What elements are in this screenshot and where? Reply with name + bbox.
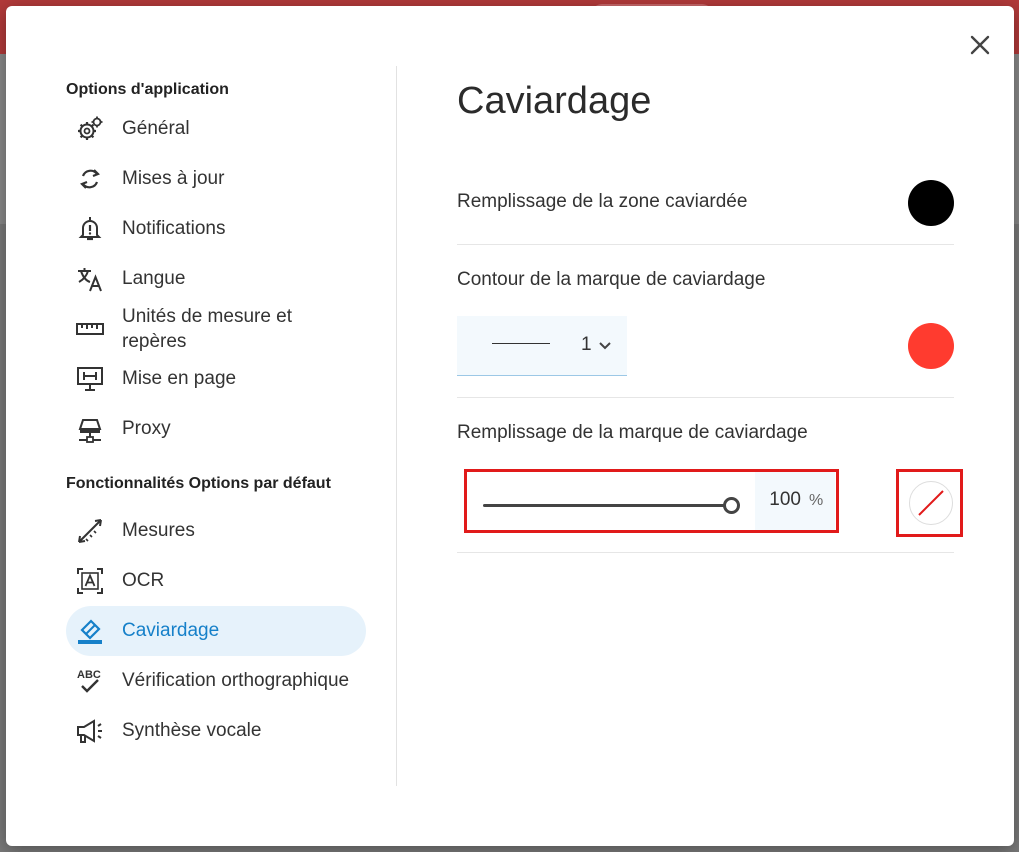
sidebar-item-general[interactable]: Général (66, 104, 366, 154)
opacity-input[interactable] (761, 489, 801, 511)
sidebar-item-proxy[interactable]: Proxy (66, 404, 366, 454)
sidebar-item-label: Notifications (122, 218, 226, 239)
sidebar-item-units[interactable]: Unités de mesure et repères (66, 304, 366, 354)
mark-fill-color-highlight (896, 469, 963, 537)
opacity-unit: % (809, 492, 824, 509)
bell-alert-icon (78, 217, 102, 241)
opacity-slider-thumb[interactable] (723, 497, 740, 514)
sidebar-item-notifications[interactable]: Notifications (66, 204, 366, 254)
sidebar-item-redaction[interactable]: Caviardage (66, 606, 366, 656)
sidebar-item-updates[interactable]: Mises à jour (66, 154, 366, 204)
sidebar-item-text-to-speech[interactable]: Synthèse vocale (66, 706, 366, 756)
page-layout-icon (77, 367, 103, 391)
close-icon (970, 35, 990, 55)
opacity-input-box: % (755, 472, 835, 530)
sidebar-item-label: Mises à jour (122, 168, 225, 189)
sidebar-item-label: Proxy (122, 418, 171, 439)
ruler-icon (76, 323, 104, 335)
sidebar-item-label: Unités de mesure et (122, 306, 293, 327)
sidebar-item-label: Langue (122, 268, 186, 289)
sidebar-item-label: Synthèse vocale (122, 720, 262, 741)
sidebar-item-language[interactable]: Langue (66, 254, 366, 304)
section-title-features: Fonctionnalités Options par défaut (66, 475, 331, 492)
page-title: Caviardage (457, 80, 652, 122)
separator (457, 552, 954, 553)
outline-width-value: 1 (581, 334, 592, 355)
mark-fill-label: Remplissage de la marque de caviardage (457, 422, 808, 443)
network-icon (78, 419, 102, 443)
megaphone-icon (77, 719, 102, 743)
sidebar-item-label: repères (122, 331, 187, 352)
sidebar-item-label: OCR (122, 570, 165, 591)
fill-area-label: Remplissage de la zone caviardée (457, 191, 748, 212)
opacity-slider-track[interactable] (483, 504, 733, 507)
sidebar-item-label: Mise en page (122, 368, 237, 389)
chevron-down-icon (599, 342, 611, 350)
sidebar-item-label: Vérification orthographique (122, 670, 350, 691)
svg-text:ABC: ABC (77, 669, 101, 681)
ocr-icon (77, 568, 103, 594)
mark-fill-row: Remplissage de la marque de caviardage % (457, 398, 963, 552)
mark-fill-color-swatch[interactable] (909, 481, 953, 525)
refresh-icon (80, 169, 100, 189)
sidebar-item-label: Caviardage (122, 620, 220, 641)
gear-icon (78, 116, 103, 140)
line-style-preview (492, 343, 550, 344)
eraser-icon (78, 619, 102, 644)
close-button[interactable] (964, 29, 996, 61)
opacity-control-highlight: % (464, 469, 839, 533)
outline-label: Contour de la marque de caviardage (457, 269, 766, 290)
fill-area-row: Remplissage de la zone caviardée (457, 134, 954, 232)
section-title-app: Options d'application (66, 81, 229, 98)
outline-row: Contour de la marque de caviardage 1 (457, 245, 954, 397)
sidebar-divider (396, 66, 397, 786)
no-color-icon (918, 490, 944, 516)
outline-color-swatch[interactable] (908, 323, 954, 369)
spellcheck-icon: ABC (77, 669, 101, 693)
sidebar-item-label: Mesures (122, 520, 195, 541)
redaction-settings-panel: Caviardage Remplissage de la zone caviar… (457, 66, 963, 553)
sidebar-item-page-layout[interactable]: Mise en page (66, 354, 366, 404)
sidebar-item-measures[interactable]: Mesures (66, 506, 366, 556)
settings-dialog: Options d'application Général Mises à jo… (6, 6, 1014, 846)
fill-area-color-swatch[interactable] (908, 180, 954, 226)
settings-sidebar: Options d'application Général Mises à jo… (66, 76, 366, 756)
measure-icon (78, 519, 102, 543)
sidebar-item-label: Général (122, 118, 190, 139)
sidebar-item-ocr[interactable]: OCR (66, 556, 366, 606)
sidebar-item-spellcheck[interactable]: ABC Vérification orthographique (66, 656, 366, 706)
outline-width-select[interactable]: 1 (457, 316, 627, 376)
translate-icon (78, 268, 102, 292)
